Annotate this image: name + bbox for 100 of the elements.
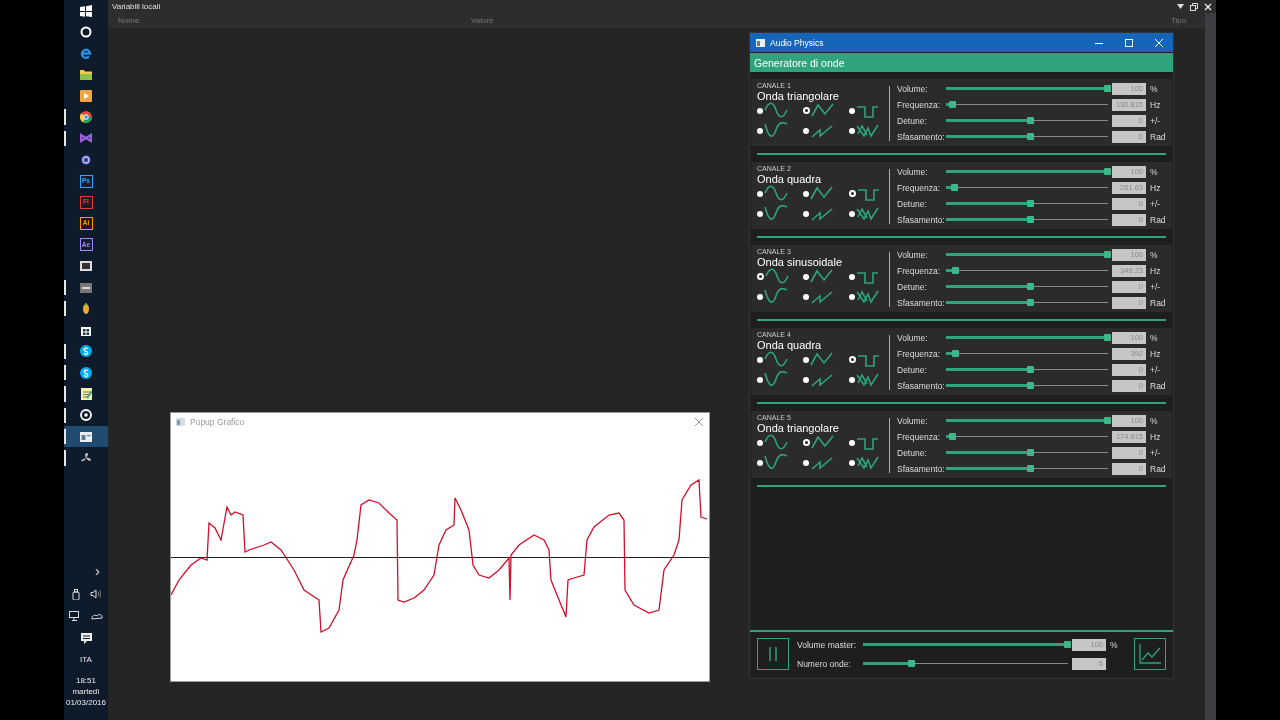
clock-date: 01/03/2016: [65, 697, 106, 708]
radio-button[interactable]: [849, 273, 855, 280]
radio-button[interactable]: [803, 376, 809, 383]
unit-label: Rad: [1150, 297, 1166, 308]
triangle-wave-icon: [811, 434, 835, 451]
slider-thumb[interactable]: [1027, 216, 1034, 223]
slider-thumb[interactable]: [1027, 200, 1034, 207]
column-header[interactable]: Tipo: [1171, 16, 1187, 25]
wave-name: Onda sinusoidale: [757, 256, 843, 269]
slider-thumb[interactable]: [949, 433, 957, 440]
radio-button[interactable]: [757, 107, 763, 114]
radio-button[interactable]: [803, 356, 809, 363]
pause-button[interactable]: [757, 638, 789, 670]
triangle-wave-icon: [810, 185, 834, 202]
unit-label: Hz: [1150, 431, 1162, 442]
radio-button[interactable]: [803, 439, 810, 446]
slider-track[interactable]: [946, 101, 1108, 108]
notepad-icon: [80, 388, 92, 400]
parameter-label: Detune:: [897, 447, 928, 458]
ring-icon: [80, 25, 92, 38]
radio-button[interactable]: [803, 210, 809, 217]
slider-thumb[interactable]: [952, 267, 960, 274]
radio-button[interactable]: [849, 439, 855, 446]
radio-button[interactable]: [849, 293, 855, 300]
unit-label: +/-: [1150, 115, 1162, 126]
language-indicator[interactable]: ITA: [80, 649, 92, 671]
parameter-label: Sfasamento:: [897, 297, 946, 308]
slider-thumb[interactable]: [1104, 85, 1111, 92]
radio-button[interactable]: [849, 376, 855, 383]
sine-wave-icon: [764, 205, 788, 222]
radio-button[interactable]: [849, 356, 856, 363]
unit-label: Hz: [1150, 99, 1162, 110]
folder-icon: [80, 69, 92, 81]
sine-wave-icon: [764, 351, 788, 368]
window-title: Audio Physics: [770, 37, 824, 48]
radio-button[interactable]: [757, 356, 763, 363]
unit-label: %: [1150, 249, 1159, 260]
close-icon: [1155, 38, 1163, 47]
radio-button[interactable]: [757, 127, 763, 134]
bag-icon: [80, 324, 92, 337]
slider-thumb[interactable]: [1027, 366, 1034, 373]
slider-thumb[interactable]: [952, 350, 960, 357]
slider-thumb[interactable]: [1104, 251, 1111, 258]
radio-button[interactable]: [849, 210, 855, 217]
radio-button[interactable]: [757, 459, 763, 466]
usb-drive-icon: [71, 588, 80, 600]
show-hidden-icons-button[interactable]: ›: [95, 561, 100, 583]
sawtooth-wave-icon: [810, 371, 834, 388]
radio-button[interactable]: [803, 190, 809, 197]
radio-button[interactable]: [757, 439, 763, 446]
close-icon[interactable]: [695, 417, 703, 426]
slider-thumb[interactable]: [908, 660, 916, 667]
wave-name: Onda quadra: [757, 173, 823, 186]
pause-icon: [768, 647, 778, 661]
column-header[interactable]: Nome: [118, 16, 471, 25]
slider-thumb[interactable]: [1064, 641, 1071, 648]
unit-label: +/-: [1150, 198, 1162, 209]
slider-thumb[interactable]: [1027, 117, 1034, 124]
radio-button[interactable]: [757, 273, 764, 280]
column-header[interactable]: Valore: [471, 16, 1171, 25]
radio-button[interactable]: [757, 293, 763, 300]
chat-icon: [80, 366, 92, 379]
parameter-label: Frequenza:: [897, 99, 941, 110]
maximize-icon: [1125, 38, 1133, 47]
slider-track[interactable]: [946, 433, 1108, 440]
slider-thumb[interactable]: [1104, 334, 1111, 341]
triangle-wave-icon: [810, 351, 834, 368]
radio-button[interactable]: [803, 273, 809, 280]
slider-thumb[interactable]: [950, 184, 958, 191]
radio-button[interactable]: [803, 459, 809, 466]
radio-button[interactable]: [803, 127, 809, 134]
radio-button[interactable]: [757, 376, 763, 383]
chart-button[interactable]: [1134, 638, 1166, 670]
unit-label: +/-: [1150, 281, 1162, 292]
radio-button[interactable]: [757, 190, 763, 197]
unit-label: Hz: [1150, 348, 1162, 359]
line-chart-icon: [1139, 644, 1161, 664]
slider-thumb[interactable]: [1027, 449, 1034, 456]
slider-thumb[interactable]: [1027, 299, 1034, 306]
radio-button[interactable]: [849, 190, 856, 197]
slider-thumb[interactable]: [1027, 283, 1034, 290]
window-icon: [80, 431, 92, 442]
slider-thumb[interactable]: [1104, 417, 1111, 424]
slider-thumb[interactable]: [1027, 382, 1034, 389]
scrollbar[interactable]: [1205, 13, 1216, 720]
radio-button[interactable]: [757, 210, 763, 217]
radio-button[interactable]: [849, 127, 855, 134]
parameter-label: Volume:: [897, 332, 929, 343]
start-icon: [80, 4, 92, 17]
radio-button[interactable]: [849, 107, 855, 114]
radio-button[interactable]: [849, 459, 855, 466]
slider-thumb[interactable]: [1104, 168, 1111, 175]
cloud-icon: [91, 612, 103, 620]
slider-thumb[interactable]: [1027, 465, 1034, 472]
slider-thumb[interactable]: [1027, 133, 1034, 140]
taskbar-button[interactable]: [64, 425, 108, 448]
slider-thumb[interactable]: [949, 101, 957, 108]
notification-icon: [80, 632, 92, 644]
radio-button[interactable]: [803, 293, 809, 300]
radio-button[interactable]: [803, 107, 810, 114]
